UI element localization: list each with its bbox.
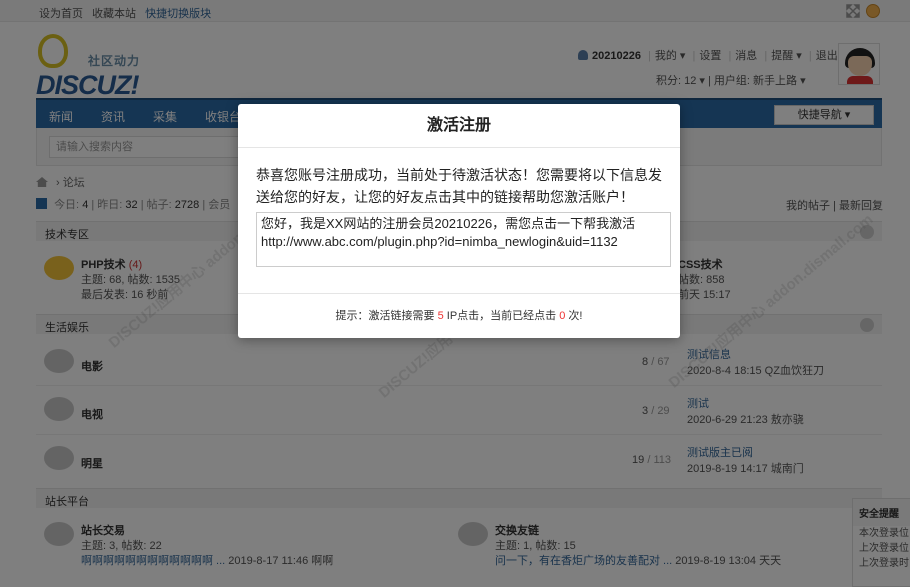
dialog-title: 激活注册 — [238, 104, 680, 148]
share-url: http://www.abc.com/plugin.php?id=nimba_n… — [261, 234, 618, 249]
dialog-divider — [238, 293, 680, 294]
share-text-area[interactable]: 您好，我是XX网站的注册会员20210226，需您点击一下帮我激活 http:/… — [256, 212, 671, 267]
share-text: 您好，我是XX网站的注册会员20210226，需您点击一下帮我激活 — [261, 216, 636, 231]
required-clicks: 5 — [437, 310, 444, 322]
activation-tip: 提示：激活链接需要 5 IP点击，当前已经点击 0 次! — [335, 310, 583, 322]
current-clicks: 0 — [559, 310, 566, 322]
activation-dialog: 激活注册 恭喜您账号注册成功，当前处于待激活状态！您需要将以下信息发送给您的好友… — [238, 104, 680, 338]
dialog-message: 恭喜您账号注册成功，当前处于待激活状态！您需要将以下信息发送给您的好友，让您的好… — [256, 167, 662, 205]
